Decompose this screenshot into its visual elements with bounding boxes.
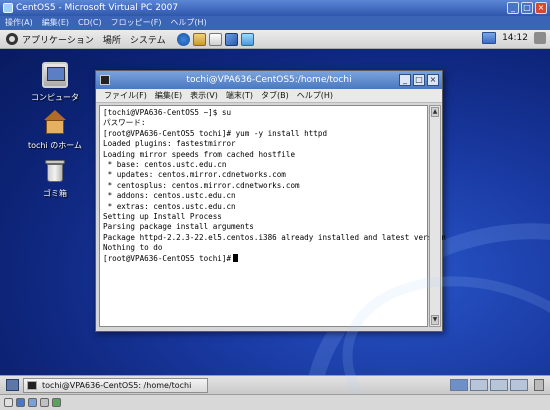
terminal-menu-edit[interactable]: 編集(E) [155,89,182,102]
taskbar-label: tochi@VPA636-CentOS5: /home/tochi [42,380,192,390]
vpc-menu-action[interactable]: 操作(A) [5,16,33,30]
vpc-menu-cd[interactable]: CD(C) [78,16,102,30]
workspace-4[interactable] [510,379,528,391]
workspace-2[interactable] [470,379,488,391]
terminal-prompt-line: [root@VPA636-CentOS5 tochi]# [103,253,424,264]
launcher-group [176,32,254,46]
scroll-up-arrow-icon[interactable]: ▲ [431,107,439,117]
hard-disk-icon[interactable] [4,398,13,407]
terminal-menu-view[interactable]: 表示(V) [190,89,218,102]
terminal-line: Loading mirror speeds from cached hostfi… [103,149,296,159]
vpc-menu-help[interactable]: ヘルプ(H) [170,16,206,30]
pen-icon[interactable] [224,32,238,46]
desktop-icon-label: ゴミ箱 [43,189,67,198]
terminal-maximize-button[interactable]: □ [413,74,425,86]
terminal-line: * base: centos.ustc.edu.cn [103,160,227,170]
vpc-menu-bar: 操作(A) 編集(E) CD(C) フロッピー(F) ヘルプ(H) [0,16,550,30]
terminal-title: tochi@VPA636-CentOS5:/home/tochi [186,75,352,85]
terminal-line: パスワード: [103,118,146,128]
menu-places[interactable]: 場所 [103,33,121,46]
gnome-foot-icon[interactable] [6,33,18,45]
floppy-icon[interactable] [28,398,37,407]
close-button[interactable]: × [535,2,547,14]
guest-screen: アプリケーション 場所 システム 14:12 コンピュータ tochi のホーム… [0,30,550,394]
terminal-prompt: [root@VPA636-CentOS5 tochi]# [103,253,232,263]
terminal-window: tochi@VPA636-CentOS5:/home/tochi _ □ × フ… [95,70,446,332]
cd-drive-icon[interactable] [16,398,25,407]
maximize-button[interactable]: □ [521,2,533,14]
terminal-menu-tabs[interactable]: タブ(B) [261,89,289,102]
taskbar-button-terminal[interactable]: tochi@VPA636-CentOS5: /home/tochi [23,377,208,393]
terminal-line: * centosplus: centos.mirror.cdnetworks.c… [103,180,300,190]
virtual-pc-window: CentOS5 - Microsoft Virtual PC 2007 _ □ … [0,0,550,410]
terminal-window-controls: _ □ × [399,74,439,86]
network-status-icon[interactable] [482,32,497,44]
terminal-line: [tochi@VPA636-CentOS5 ~]$ su [103,108,232,117]
vpc-menu-floppy[interactable]: フロッピー(F) [111,16,162,30]
terminal-close-button[interactable]: × [427,74,439,86]
workspace-3[interactable] [490,379,508,391]
terminal-icon [27,380,37,390]
workspace-switcher [450,379,544,391]
notes-icon[interactable] [208,32,222,46]
terminal-line: Nothing to do [103,243,163,253]
network-icon[interactable] [240,32,254,46]
terminal-title-bar[interactable]: tochi@VPA636-CentOS5:/home/tochi _ □ × [96,71,442,89]
folder-share-icon[interactable] [40,398,49,407]
computer-icon [42,62,68,88]
terminal-line: Package httpd-2.2.3-22.el5.centos.i386 a… [103,232,446,242]
trash-icon [42,158,68,184]
terminal-menu-terminal[interactable]: 端末(T) [226,89,253,102]
desktop-icon-trash[interactable]: ゴミ箱 [20,158,90,199]
scroll-down-arrow-icon[interactable]: ▼ [431,315,439,325]
network-adapter-icon[interactable] [52,398,61,407]
terminal-line: Setting up Install Process [103,212,222,222]
terminal-icon [100,75,110,85]
terminal-line: * updates: centos.mirror.cdnetworks.com [103,170,286,180]
terminal-menu-help[interactable]: ヘルプ(H) [297,89,333,102]
vpc-window-controls: _ □ × [507,2,547,14]
system-tray: 14:12 [482,32,546,44]
desktop-icon-label: コンピュータ [31,93,79,102]
vpc-status-bar [0,394,550,410]
menu-system[interactable]: システム [130,33,166,46]
terminal-line: Parsing package install arguments [103,222,254,232]
virtual-pc-icon [3,3,13,13]
vpc-title-text: CentOS5 - Microsoft Virtual PC 2007 [16,3,179,13]
menu-applications[interactable]: アプリケーション [22,33,94,46]
panel-trash-icon[interactable] [534,379,544,391]
terminal-menu-file[interactable]: ファイル(F) [104,89,147,102]
mail-icon[interactable] [192,32,206,46]
panel-clock[interactable]: 14:12 [502,33,528,43]
terminal-scrollbar[interactable]: ▲ ▼ [429,105,441,327]
terminal-menu-bar: ファイル(F) 編集(E) 表示(V) 端末(T) タブ(B) ヘルプ(H) [96,89,442,103]
desktop-icon-computer[interactable]: コンピュータ [20,62,90,103]
web-browser-icon[interactable] [176,32,190,46]
vpc-menu-edit[interactable]: 編集(E) [42,16,69,30]
gnome-bottom-panel: tochi@VPA636-CentOS5: /home/tochi [0,375,550,394]
desktop-icon-label: tochi のホーム [27,141,83,150]
terminal-line: [root@VPA636-CentOS5 tochi]# yum -y inst… [103,128,328,138]
terminal-output[interactable]: [tochi@VPA636-CentOS5 ~]$ su パスワード: [roo… [99,105,446,327]
workspace-1[interactable] [450,379,468,391]
volume-icon[interactable] [534,32,546,44]
terminal-line: * addons: centos.ustc.edu.cn [103,191,236,201]
vpc-title-bar: CentOS5 - Microsoft Virtual PC 2007 _ □ … [0,0,550,16]
show-desktop-icon[interactable] [6,379,19,391]
desktop-icon-home[interactable]: tochi のホーム [20,110,90,151]
terminal-line: Loaded plugins: fastestmirror [103,139,236,149]
text-cursor [233,253,239,262]
gnome-top-panel: アプリケーション 場所 システム 14:12 [0,30,550,49]
terminal-line: * extras: centos.ustc.edu.cn [103,201,236,211]
terminal-minimize-button[interactable]: _ [399,74,411,86]
minimize-button[interactable]: _ [507,2,519,14]
home-folder-icon [42,110,68,136]
